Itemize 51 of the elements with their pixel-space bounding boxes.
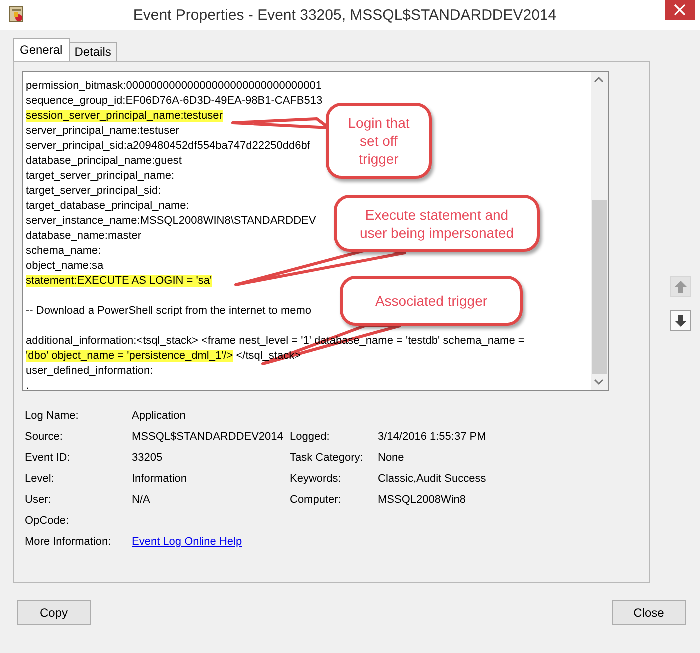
help-link[interactable]: Event Log Online Help bbox=[132, 532, 290, 553]
field-label: Task Category: bbox=[290, 451, 364, 466]
field-label: OpCode: bbox=[25, 514, 70, 529]
text-line: target_server_principal_name: bbox=[26, 169, 175, 184]
dialog-button[interactable]: Close bbox=[612, 600, 686, 625]
field-label: More Information: bbox=[25, 535, 112, 550]
down-arrow-icon bbox=[672, 312, 688, 328]
field-value: MSSQL$STANDARDDEV2014 bbox=[132, 430, 284, 445]
text-line: server_principal_name:testuser bbox=[26, 124, 180, 139]
field-label: Source: bbox=[25, 430, 64, 445]
text-line: target_server_principal_sid: bbox=[26, 184, 162, 199]
field-label: User: bbox=[25, 493, 52, 508]
up-arrow-icon bbox=[672, 278, 688, 294]
field-value: None bbox=[378, 451, 406, 466]
field-value: Application bbox=[132, 409, 187, 424]
field-label: Log Name: bbox=[25, 409, 80, 424]
field-label: Computer: bbox=[290, 493, 342, 508]
field-label: Event ID: bbox=[25, 451, 72, 466]
text-line: . bbox=[26, 379, 30, 390]
text-line: server_instance_name:MSSQL2008WIN8\STANDARDDEV bbox=[26, 214, 316, 229]
dialog-button[interactable]: Copy bbox=[17, 600, 91, 625]
close-button[interactable] bbox=[665, 0, 695, 20]
callout-bubble: Associated trigger bbox=[340, 276, 523, 326]
callout-bubble: Login that set off trigger bbox=[326, 103, 432, 179]
callout-bubble: Execute statement and user being impersonated bbox=[334, 195, 540, 252]
text-line: permission_bitmask:00000000000000000000000000000001 bbox=[26, 79, 322, 94]
text-line: target_database_principal_name: bbox=[26, 199, 190, 214]
scroll-thumb[interactable] bbox=[592, 200, 607, 374]
field-label: Keywords: bbox=[290, 472, 342, 487]
field-label: Level: bbox=[25, 472, 56, 487]
text-line: user_defined_information: bbox=[26, 364, 154, 379]
scrollbar[interactable] bbox=[591, 72, 608, 390]
field-value: 3/14/2016 1:55:37 PM bbox=[378, 430, 488, 445]
field-value: N/A bbox=[132, 493, 152, 508]
field-value: Information bbox=[132, 472, 188, 487]
text-line: database_principal_name:guest bbox=[26, 154, 182, 169]
text-line: object_name:sa bbox=[26, 259, 104, 274]
window-title: Event Properties - Event 33205, MSSQL$STANDARDDEV2014 bbox=[132, 6, 558, 24]
tab[interactable]: General bbox=[13, 38, 70, 61]
app-icon bbox=[9, 6, 25, 24]
text-line: database_name:master bbox=[26, 229, 142, 244]
field-value: 33205 bbox=[132, 451, 164, 466]
field-value: MSSQL2008Win8 bbox=[378, 493, 468, 508]
tab[interactable]: Details bbox=[68, 42, 118, 61]
text-line: -- Download a PowerShell script from the internet to memo bbox=[26, 304, 312, 319]
field-label: Logged: bbox=[290, 430, 331, 445]
text-line: server_principal_sid:a209480452df554ba747d22250dd6bf bbox=[26, 139, 310, 154]
text-line: sequence_group_id:EF06D76A-6D3D-49EA-98B1-CAFB513 bbox=[26, 94, 323, 109]
text-line: schema_name: bbox=[26, 244, 102, 259]
field-value: Classic,Audit Success bbox=[378, 472, 488, 487]
next-event-button[interactable] bbox=[670, 310, 691, 331]
